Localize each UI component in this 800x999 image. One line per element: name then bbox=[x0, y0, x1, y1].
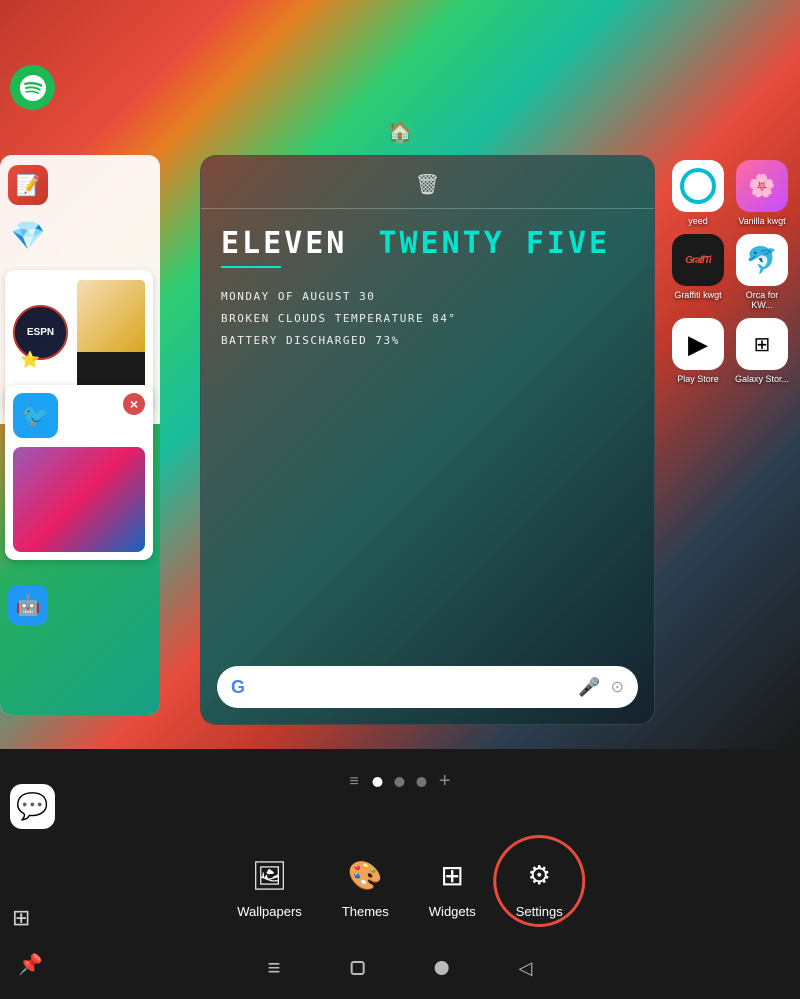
orca-label: Orca for KW... bbox=[734, 290, 790, 310]
nav-home-button[interactable] bbox=[351, 961, 365, 975]
app-item-yeed[interactable]: yeed bbox=[670, 160, 726, 226]
time-hours: ELEVEN bbox=[221, 226, 347, 261]
graffiti-icon: GraffTi bbox=[672, 234, 724, 286]
center-panel: 🗑 ELEVEN TWENTY FIVE MONDAY OF AUGUST 30… bbox=[200, 155, 655, 725]
left-panel: 📝 💎 ESPN ⭐ 🏠 bbox=[0, 155, 160, 715]
lines-indicator: ≡ bbox=[349, 773, 360, 791]
robot-app-icon[interactable]: 🤖 bbox=[8, 585, 48, 625]
orca-icon: 🐬 bbox=[736, 234, 788, 286]
person-photo bbox=[77, 280, 145, 400]
bottom-card-widget: 🐦 × bbox=[5, 385, 153, 560]
weather-info: MONDAY OF AUGUST 30 BROKEN CLOUDS TEMPER… bbox=[221, 286, 457, 352]
notepad-app-icon[interactable]: 📝 bbox=[8, 165, 48, 205]
bottom-menu: 🖼 Wallpapers 🎨 Themes ⊞ Widgets ⚙ Settin… bbox=[237, 853, 562, 919]
close-button[interactable]: × bbox=[123, 393, 145, 415]
themes-icon: 🎨 bbox=[343, 853, 388, 898]
slack-icon[interactable]: 💬 bbox=[10, 784, 55, 829]
google-search-bar[interactable]: G 🎤 ⊙ bbox=[217, 666, 638, 708]
playstore-label: Play Store bbox=[677, 374, 719, 384]
app-item-galaxy-store[interactable]: ⊞ Galaxy Stor... bbox=[734, 318, 790, 384]
battery-text: BATTERY DISCHARGED 73% bbox=[221, 330, 457, 352]
app-item-graffiti[interactable]: GraffTi Graffiti kwgt bbox=[670, 234, 726, 310]
widgets-icon: ⊞ bbox=[430, 853, 475, 898]
date-text: MONDAY OF AUGUST 30 bbox=[221, 286, 457, 308]
nav-menu-button[interactable]: ≡ bbox=[268, 955, 281, 981]
spotify-icon[interactable] bbox=[10, 65, 55, 110]
twitter-widget-icon[interactable]: 🐦 bbox=[13, 393, 58, 438]
galaxy-store-icon: ⊞ bbox=[736, 318, 788, 370]
settings-label: Settings bbox=[516, 904, 563, 919]
menu-item-settings[interactable]: ⚙ Settings bbox=[516, 853, 563, 919]
time-minutes: TWENTY FIVE bbox=[378, 226, 610, 261]
vanilla-icon: 🌸 bbox=[736, 160, 788, 212]
microphone-icon[interactable]: 🎤 bbox=[578, 677, 600, 698]
nav-back-button[interactable]: ◁ bbox=[519, 958, 533, 979]
menu-item-themes[interactable]: 🎨 Themes bbox=[342, 853, 389, 919]
app-item-playstore[interactable]: ▶ Play Store bbox=[670, 318, 726, 384]
page-dot-2[interactable] bbox=[417, 777, 427, 787]
playstore-icon: ▶ bbox=[672, 318, 724, 370]
page-dot-active[interactable] bbox=[373, 777, 383, 787]
app-item-vanilla[interactable]: 🌸 Vanilla kwgt bbox=[734, 160, 790, 226]
bottom-nav-bar: ≡ ◁ bbox=[268, 955, 533, 981]
spotify-logo bbox=[20, 75, 46, 101]
wallpapers-icon: 🖼 bbox=[247, 853, 292, 898]
home-indicator-icon[interactable]: 🏠 bbox=[388, 120, 413, 145]
yeed-icon bbox=[672, 160, 724, 212]
wallpapers-label: Wallpapers bbox=[237, 904, 302, 919]
yeed-label: yeed bbox=[688, 216, 708, 226]
pin-icon[interactable]: 📌 bbox=[18, 952, 43, 977]
divider bbox=[201, 208, 654, 209]
galaxy-store-label: Galaxy Stor... bbox=[735, 374, 789, 384]
add-page-button[interactable]: + bbox=[439, 770, 451, 793]
gem-app-icon[interactable]: 💎 bbox=[8, 215, 48, 255]
menu-item-wallpapers[interactable]: 🖼 Wallpapers bbox=[237, 853, 302, 919]
settings-icon: ⚙ bbox=[517, 853, 562, 898]
nav-recents-button[interactable] bbox=[435, 961, 449, 975]
right-app-grid: yeed 🌸 Vanilla kwgt GraffTi Graffiti kwg… bbox=[665, 155, 795, 389]
time-underline bbox=[221, 266, 281, 268]
delete-icon[interactable]: 🗑 bbox=[415, 172, 440, 197]
pink-gradient-widget bbox=[13, 447, 145, 552]
themes-label: Themes bbox=[342, 904, 389, 919]
right-panel: yeed 🌸 Vanilla kwgt GraffTi Graffiti kwg… bbox=[665, 155, 795, 389]
lens-icon[interactable]: ⊙ bbox=[611, 677, 624, 697]
google-g-logo: G bbox=[231, 677, 245, 698]
page-indicators: ≡ + bbox=[349, 770, 450, 793]
graffiti-label: Graffiti kwgt bbox=[674, 290, 721, 300]
app-item-orca[interactable]: 🐬 Orca for KW... bbox=[734, 234, 790, 310]
widgets-label: Widgets bbox=[429, 904, 476, 919]
weather-text: BROKEN CLOUDS TEMPERATURE 84° bbox=[221, 308, 457, 330]
page-dot-1[interactable] bbox=[395, 777, 405, 787]
time-display: ELEVEN TWENTY FIVE bbox=[221, 226, 610, 268]
vanilla-label: Vanilla kwgt bbox=[738, 216, 785, 226]
menu-item-widgets[interactable]: ⊞ Widgets bbox=[429, 853, 476, 919]
main-container: 🏠 📝 💎 ESPN ⭐ bbox=[0, 0, 800, 999]
search-bar-right-icons: 🎤 ⊙ bbox=[578, 677, 624, 698]
star-icon: ⭐ bbox=[20, 350, 40, 370]
apps-grid-button[interactable]: ⊞ bbox=[12, 905, 30, 931]
